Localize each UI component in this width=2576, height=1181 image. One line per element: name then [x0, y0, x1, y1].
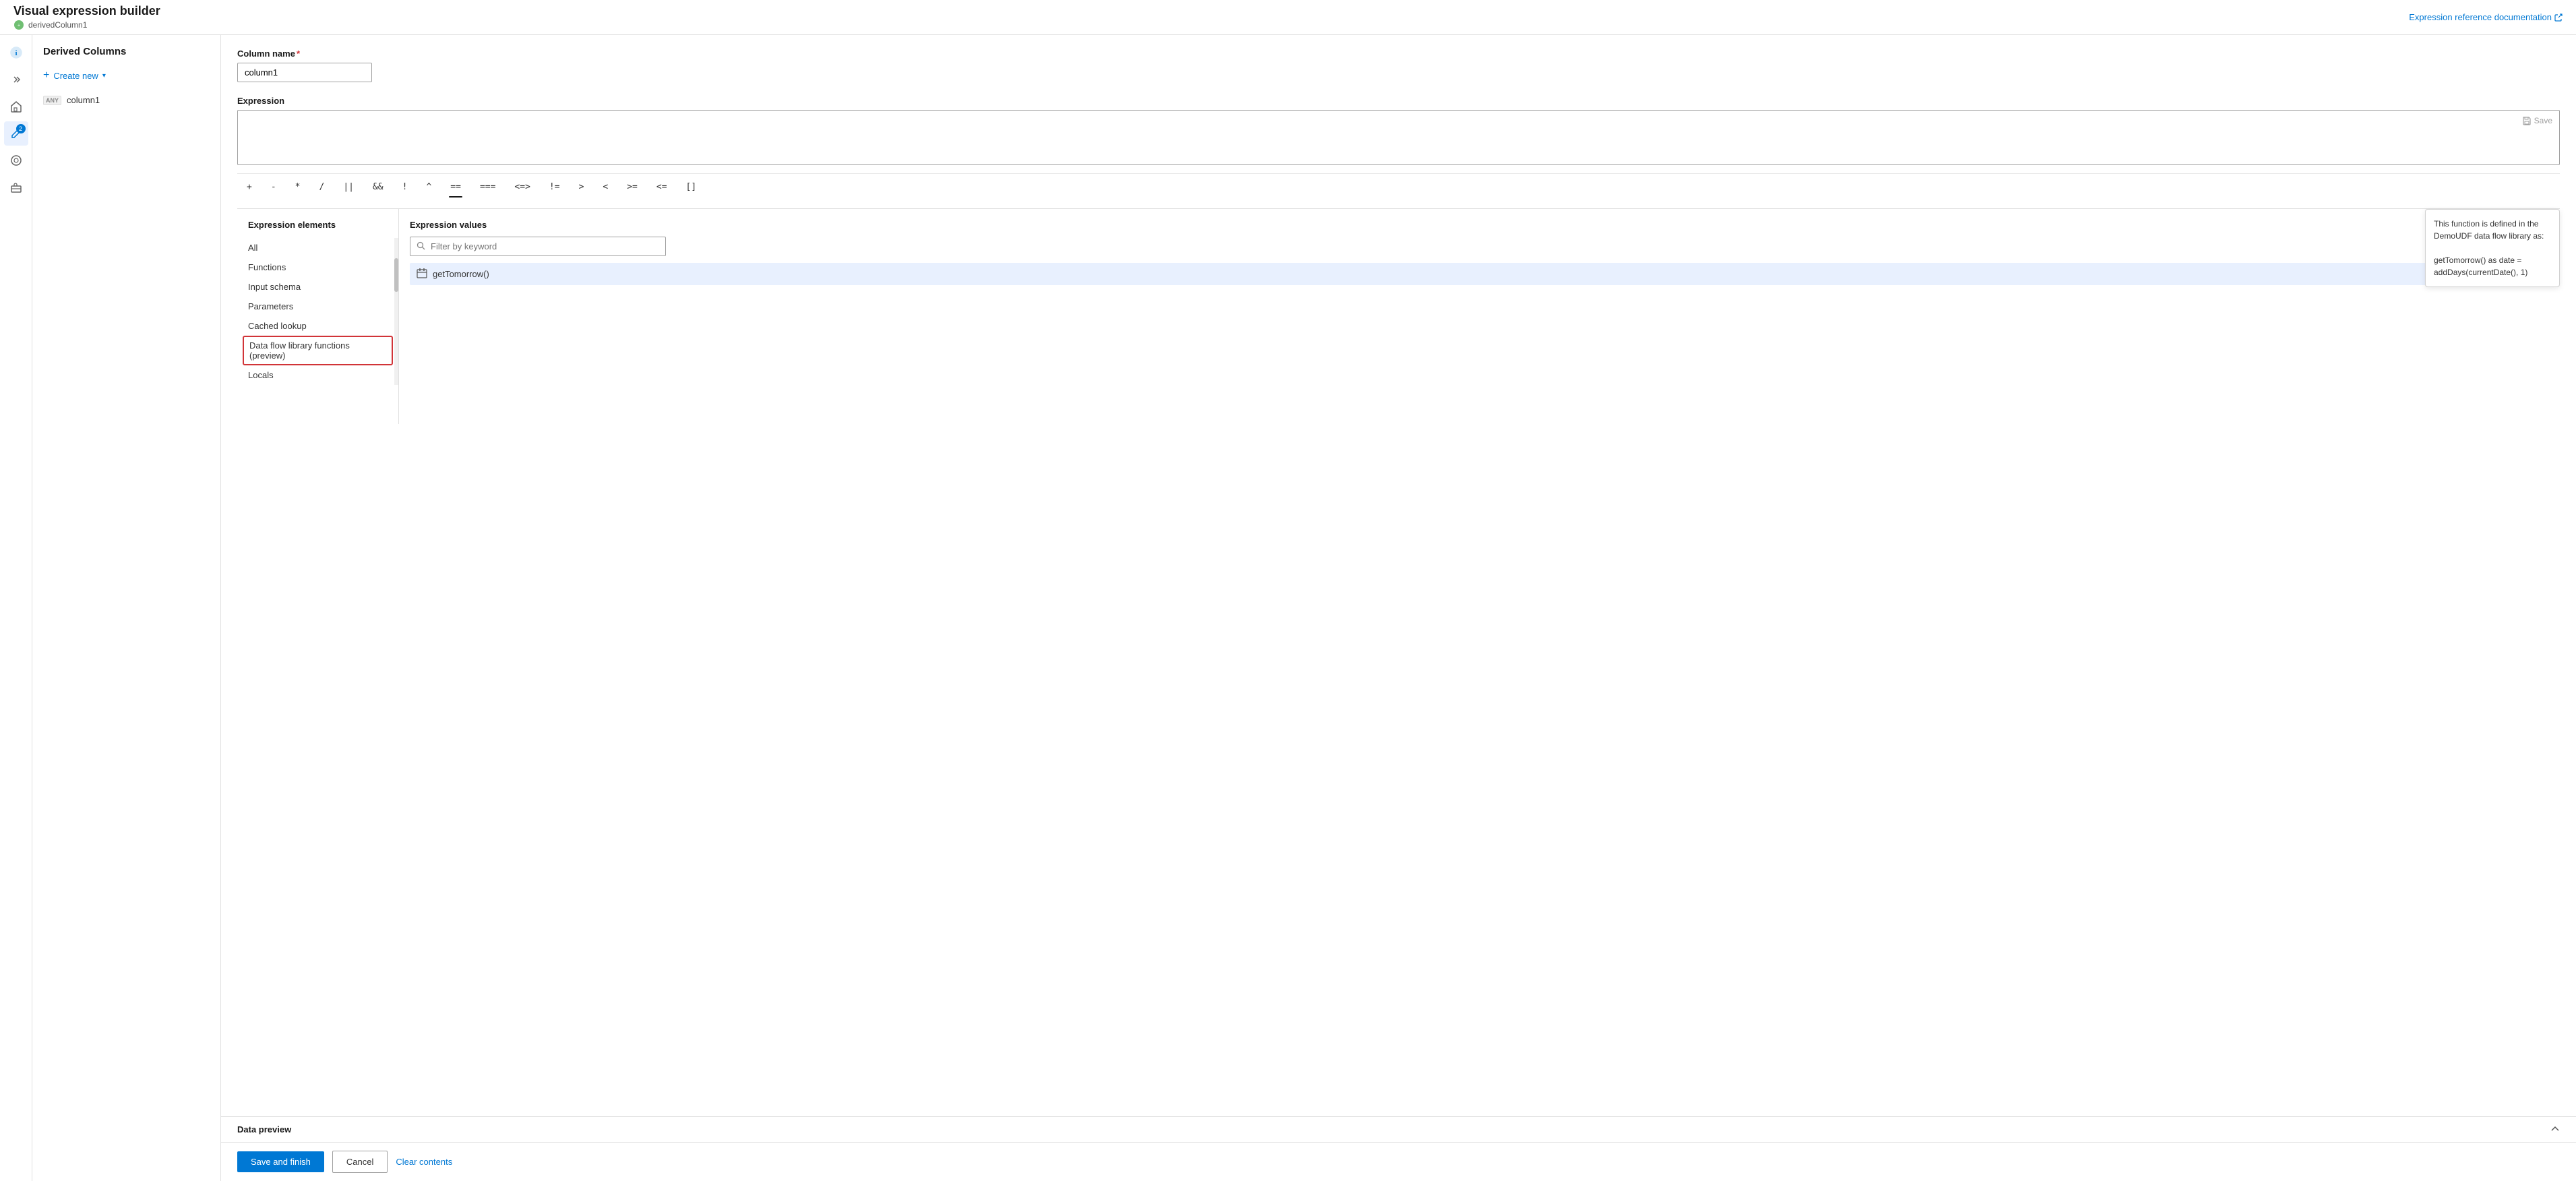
search-icon — [417, 241, 425, 252]
op-lt[interactable]: < — [593, 179, 617, 195]
operator-bar: + - * / || && ! ^ == === <=> != > < >= <… — [237, 173, 2560, 200]
scroll-thumb — [394, 258, 398, 292]
chevron-down-icon: ▾ — [102, 72, 106, 80]
elem-data-flow-library[interactable]: Data flow library functions (preview) — [243, 336, 393, 365]
op-lte[interactable]: <= — [647, 179, 677, 195]
subtitle-text: derivedColumn1 — [28, 20, 87, 30]
nav-target-icon[interactable] — [4, 148, 28, 173]
op-caret[interactable]: ^ — [417, 179, 441, 195]
top-bar: Visual expression builder + derivedColum… — [0, 0, 2576, 35]
expression-reference-link[interactable]: Expression reference documentation — [2409, 12, 2563, 22]
info-icon: i — [10, 47, 22, 59]
op-gt[interactable]: > — [570, 179, 594, 195]
tooltip-box: This function is defined in the DemoUDF … — [2425, 209, 2560, 287]
nav-edit-icon[interactable]: 2 — [4, 121, 28, 146]
tooltip-text: This function is defined in the DemoUDF … — [2434, 219, 2544, 277]
op-minus[interactable]: - — [262, 179, 286, 195]
svg-text:+: + — [18, 22, 21, 28]
data-preview-bar: Data preview — [221, 1116, 2576, 1142]
expression-section: Expression Save — [237, 96, 2560, 165]
list-item[interactable]: ANY column1 — [32, 91, 220, 109]
elem-parameters[interactable]: Parameters — [237, 297, 398, 316]
op-bracket[interactable]: [] — [677, 179, 706, 195]
op-gte[interactable]: >= — [617, 179, 647, 195]
elem-locals[interactable]: Locals — [237, 365, 398, 385]
expression-editor-wrapper: Save — [237, 110, 2560, 165]
expression-elements-panel: Expression elements All Functions Input … — [237, 209, 399, 424]
main-layout: i 2 — [0, 35, 2576, 1181]
main-content: Column name* Expression Save — [221, 35, 2576, 1181]
op-multiply[interactable]: * — [286, 179, 310, 195]
op-eq[interactable]: == — [441, 179, 470, 195]
create-new-button[interactable]: + Create new ▾ — [32, 65, 220, 86]
builder-area: Column name* Expression Save — [221, 35, 2576, 1116]
column-name-input[interactable] — [237, 63, 372, 82]
subtitle-area: + derivedColumn1 — [13, 20, 160, 30]
double-chevron-icon — [11, 74, 22, 85]
elem-cached-lookup[interactable]: Cached lookup — [237, 316, 398, 336]
nav-briefcase-icon[interactable] — [4, 175, 28, 200]
op-and[interactable]: && — [363, 179, 393, 195]
expression-bottom: Expression elements All Functions Input … — [237, 208, 2560, 424]
create-new-label: Create new — [53, 71, 98, 81]
expression-label: Expression — [237, 96, 2560, 106]
save-inline-button[interactable]: Save — [2522, 116, 2552, 125]
elem-functions[interactable]: Functions — [237, 258, 398, 277]
op-pipe[interactable]: || — [334, 179, 363, 195]
column-list: ANY column1 — [32, 91, 220, 109]
target-icon — [10, 154, 22, 166]
save-finish-button[interactable]: Save and finish — [237, 1151, 324, 1172]
calendar-icon — [417, 268, 427, 280]
svg-text:i: i — [15, 49, 17, 57]
collapse-button[interactable] — [2550, 1124, 2560, 1135]
briefcase-icon — [10, 181, 22, 193]
get-tomorrow-label: getTomorrow() — [433, 269, 489, 279]
data-preview-title: Data preview — [237, 1124, 291, 1134]
title-area: Visual expression builder + derivedColum… — [13, 4, 160, 30]
save-icon — [2522, 116, 2532, 125]
expression-elements-title: Expression elements — [237, 220, 398, 238]
op-plus[interactable]: + — [237, 179, 262, 195]
expression-values-panel: Expression values — [399, 209, 2560, 424]
op-strict-eq[interactable]: === — [470, 179, 505, 195]
expression-reference-label: Expression reference documentation — [2409, 12, 2552, 22]
nav-info-icon[interactable]: i — [4, 40, 28, 65]
type-badge: ANY — [43, 96, 61, 105]
op-divide[interactable]: / — [309, 179, 334, 195]
filter-wrap — [410, 237, 2549, 256]
save-inline-label: Save — [2534, 116, 2552, 125]
elem-input-schema[interactable]: Input schema — [237, 277, 398, 297]
cancel-button[interactable]: Cancel — [332, 1151, 388, 1173]
expression-editor[interactable] — [238, 111, 2559, 164]
elements-scroll: All Functions Input schema Parameters Ca… — [237, 238, 398, 385]
derived-column-icon: + — [13, 20, 24, 30]
nav-home-icon[interactable] — [4, 94, 28, 119]
bottom-bar: Save and finish Cancel Clear contents — [221, 1142, 2576, 1181]
elem-all[interactable]: All — [237, 238, 398, 258]
filter-input[interactable] — [410, 237, 666, 256]
external-link-icon — [2554, 13, 2563, 22]
clear-contents-button[interactable]: Clear contents — [396, 1157, 452, 1167]
scroll-track — [394, 238, 398, 385]
op-excl[interactable]: ! — [393, 179, 417, 195]
value-item-getTomorrow[interactable]: getTomorrow() — [410, 263, 2549, 285]
expression-values-title: Expression values — [410, 220, 2549, 230]
nav-sidebar: i 2 — [0, 35, 32, 1181]
op-neq[interactable]: != — [540, 179, 570, 195]
op-nullsafe[interactable]: <=> — [505, 179, 539, 195]
chevron-up-icon — [2550, 1124, 2560, 1133]
nav-expand-icon[interactable] — [4, 67, 28, 92]
plus-icon: + — [43, 69, 49, 82]
left-panel: Derived Columns + Create new ▾ ANY colum… — [32, 35, 221, 1181]
derived-columns-header: Derived Columns — [32, 46, 220, 65]
column-name-label: Column name* — [237, 49, 2560, 59]
column-name: column1 — [67, 95, 100, 105]
home-icon — [10, 100, 22, 113]
page-title: Visual expression builder — [13, 4, 160, 18]
